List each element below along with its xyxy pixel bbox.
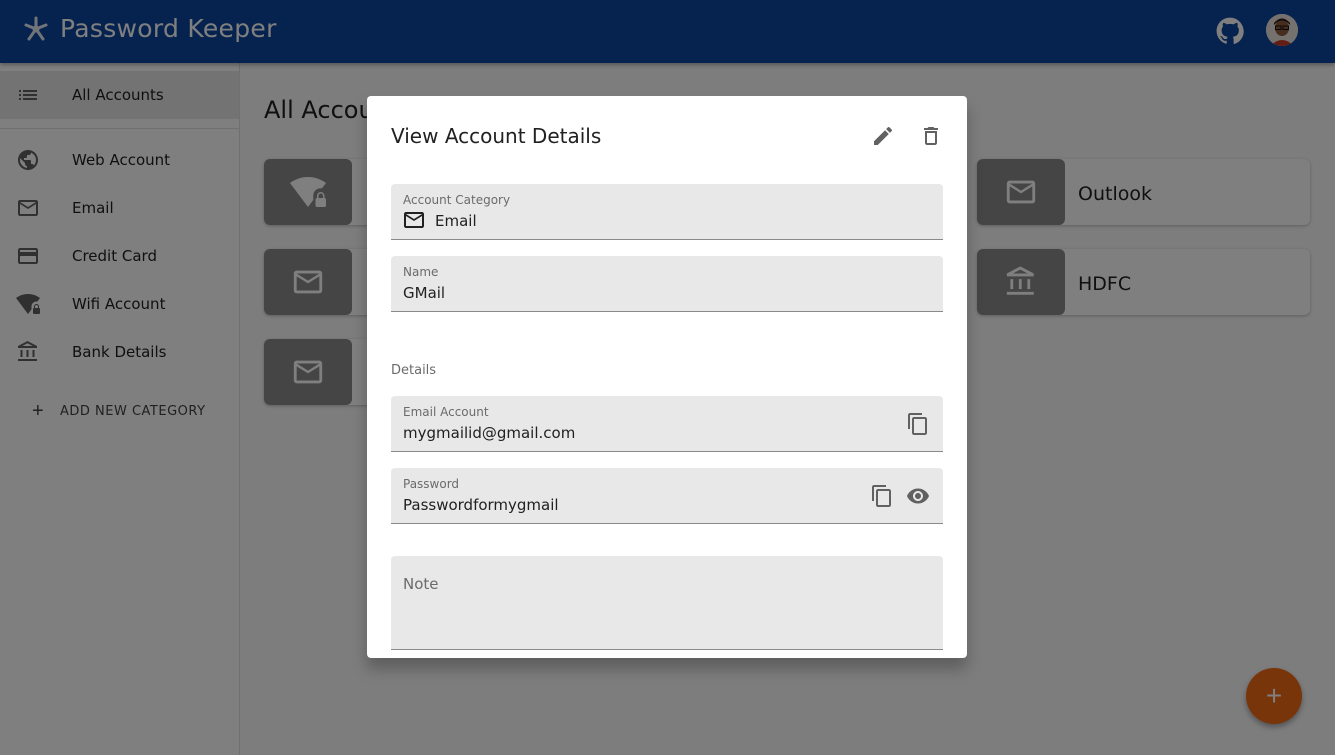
account-category-field[interactable]: Account Category Email — [391, 184, 943, 240]
field-label: Account Category — [403, 193, 511, 207]
details-section-label: Details — [391, 363, 437, 378]
delete-icon[interactable] — [919, 124, 943, 148]
note-field[interactable]: Note — [391, 556, 943, 650]
field-value: Email — [435, 212, 477, 230]
field-label: Name — [403, 265, 439, 279]
dialog-title: View Account Details — [391, 124, 602, 148]
email-account-field[interactable]: Email Account mygmailid@gmail.com — [391, 396, 943, 452]
field-label: Note — [403, 575, 439, 593]
copy-icon[interactable] — [906, 412, 930, 436]
name-field[interactable]: Name GMail — [391, 256, 943, 312]
eye-icon[interactable] — [906, 484, 930, 508]
field-value: GMail — [403, 284, 446, 302]
field-value: Passwordformygmail — [403, 496, 559, 514]
password-field[interactable]: Password Passwordformygmail — [391, 468, 943, 524]
field-label: Password — [403, 477, 460, 491]
field-value: mygmailid@gmail.com — [403, 424, 576, 442]
mail-icon — [404, 212, 424, 228]
copy-icon[interactable] — [870, 484, 894, 508]
field-label: Email Account — [403, 405, 489, 419]
edit-icon[interactable] — [871, 124, 895, 148]
view-account-dialog: View Account Details Account Category Em… — [367, 96, 967, 658]
